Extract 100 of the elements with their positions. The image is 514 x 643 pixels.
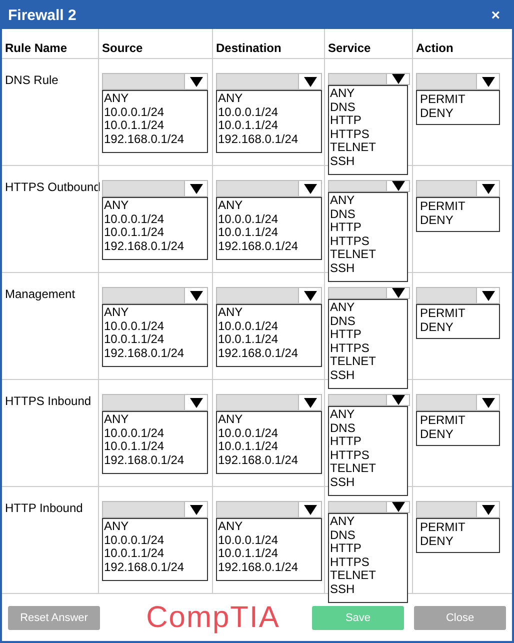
dropdown[interactable]: [416, 287, 500, 304]
dropdown[interactable]: [216, 287, 322, 304]
dropdown[interactable]: [216, 73, 322, 90]
list-option[interactable]: 10.0.1.1/24: [218, 547, 278, 560]
list-option[interactable]: 192.168.0.1/24: [218, 560, 298, 574]
list-option[interactable]: 10.0.0.1/24: [218, 426, 278, 440]
list-option[interactable]: 192.168.0.1/24: [218, 240, 298, 253]
list-option[interactable]: 10.0.1.1/24: [104, 119, 164, 132]
list-option[interactable]: 10.0.1.1/24: [104, 226, 164, 240]
list-option[interactable]: ANY: [104, 306, 129, 320]
list-option[interactable]: HTTPS: [330, 448, 370, 462]
list-option[interactable]: HTTPS: [330, 234, 370, 248]
list-option[interactable]: DENY: [420, 106, 454, 120]
list-option[interactable]: 192.168.0.1/24: [104, 454, 184, 467]
list-option[interactable]: 10.0.1.1/24: [104, 547, 164, 560]
list-option[interactable]: HTTPS: [330, 128, 370, 141]
list-option[interactable]: 192.168.0.1/24: [104, 346, 184, 360]
list-box[interactable]: ANY 10.0.0.1/24 10.0.1.1/24 192.168.0.1/24: [102, 197, 208, 260]
list-option[interactable]: ANY: [330, 301, 355, 314]
dropdown[interactable]: [216, 501, 322, 518]
list-option[interactable]: ANY: [218, 92, 243, 106]
list-option[interactable]: 192.168.0.1/24: [104, 240, 184, 253]
list-option[interactable]: DENY: [420, 534, 454, 548]
list-option[interactable]: ANY: [330, 194, 355, 208]
dropdown[interactable]: [328, 287, 410, 299]
list-option[interactable]: ANY: [218, 520, 243, 534]
dropdown[interactable]: [102, 394, 208, 411]
dropdown[interactable]: [416, 73, 500, 90]
list-option[interactable]: SSH: [330, 476, 355, 489]
list-box[interactable]: ANY DNS HTTP HTTPS TELNET SSH: [328, 513, 408, 603]
list-option[interactable]: HTTP: [330, 114, 362, 128]
dropdown[interactable]: [102, 501, 208, 518]
list-option[interactable]: DNS: [330, 422, 356, 435]
list-box[interactable]: ANY DNS HTTP HTTPS TELNET SSH: [328, 299, 408, 389]
list-option[interactable]: ANY: [330, 515, 355, 528]
dropdown[interactable]: [216, 180, 322, 197]
list-option[interactable]: 10.0.0.1/24: [104, 320, 164, 333]
list-option[interactable]: TELNET: [330, 141, 376, 154]
list-option[interactable]: PERMIT: [420, 307, 466, 320]
list-option[interactable]: 10.0.0.1/24: [218, 106, 278, 119]
list-option[interactable]: 10.0.1.1/24: [104, 440, 164, 454]
list-box[interactable]: PERMIT DENY: [416, 90, 500, 125]
list-option[interactable]: 10.0.0.1/24: [104, 106, 164, 119]
list-option[interactable]: DNS: [330, 314, 356, 328]
list-box[interactable]: ANY DNS HTTP HTTPS TELNET SSH: [328, 406, 408, 496]
list-option[interactable]: DNS: [330, 208, 356, 221]
list-option[interactable]: HTTP: [330, 328, 362, 342]
list-option[interactable]: ANY: [330, 87, 355, 100]
list-option[interactable]: 10.0.0.1/24: [218, 534, 278, 547]
list-option[interactable]: TELNET: [330, 355, 376, 368]
list-option[interactable]: 192.168.0.1/24: [218, 454, 298, 467]
list-box[interactable]: ANY DNS HTTP HTTPS TELNET SSH: [328, 192, 408, 282]
list-option[interactable]: DNS: [330, 528, 356, 542]
list-option[interactable]: ANY: [104, 92, 129, 106]
list-option[interactable]: ANY: [104, 413, 129, 426]
list-option[interactable]: ANY: [104, 199, 129, 212]
list-option[interactable]: HTTPS: [330, 556, 370, 569]
list-option[interactable]: 10.0.1.1/24: [218, 119, 278, 132]
list-option[interactable]: 10.0.1.1/24: [218, 333, 278, 346]
list-option[interactable]: HTTP: [330, 435, 362, 448]
list-option[interactable]: PERMIT: [420, 521, 466, 534]
list-option[interactable]: 192.168.0.1/24: [104, 132, 184, 146]
list-box[interactable]: ANY 10.0.0.1/24 10.0.1.1/24 192.168.0.1/24: [102, 518, 208, 581]
list-box[interactable]: ANY 10.0.0.1/24 10.0.1.1/24 192.168.0.1/24: [102, 304, 208, 367]
list-option[interactable]: ANY: [218, 413, 243, 426]
list-option[interactable]: ANY: [104, 520, 129, 534]
list-box[interactable]: ANY 10.0.0.1/24 10.0.1.1/24 192.168.0.1/24: [102, 90, 208, 153]
list-option[interactable]: DENY: [420, 428, 454, 441]
dropdown[interactable]: [102, 73, 208, 90]
list-option[interactable]: PERMIT: [420, 93, 466, 106]
list-box[interactable]: PERMIT DENY: [416, 197, 500, 232]
dropdown[interactable]: [102, 180, 208, 197]
list-option[interactable]: ANY: [218, 306, 243, 320]
list-option[interactable]: HTTP: [330, 221, 362, 234]
dropdown[interactable]: [328, 501, 410, 513]
list-box[interactable]: PERMIT DENY: [416, 304, 500, 339]
list-option[interactable]: PERMIT: [420, 414, 466, 428]
dropdown[interactable]: [416, 180, 500, 197]
dropdown[interactable]: [328, 394, 410, 406]
list-option[interactable]: 192.168.0.1/24: [218, 346, 298, 360]
list-option[interactable]: TELNET: [330, 462, 376, 476]
list-option[interactable]: 10.0.0.1/24: [218, 212, 278, 226]
dropdown[interactable]: [328, 180, 410, 192]
list-option[interactable]: 10.0.1.1/24: [104, 333, 164, 346]
list-box[interactable]: ANY 10.0.0.1/24 10.0.1.1/24 192.168.0.1/24: [216, 304, 322, 367]
list-option[interactable]: ANY: [218, 199, 243, 212]
list-box[interactable]: PERMIT DENY: [416, 518, 500, 553]
list-option[interactable]: DENY: [420, 214, 454, 227]
list-option[interactable]: SSH: [330, 154, 355, 168]
list-option[interactable]: HTTP: [330, 542, 362, 556]
list-option[interactable]: 10.0.0.1/24: [104, 426, 164, 440]
list-option[interactable]: 10.0.1.1/24: [218, 226, 278, 240]
dropdown[interactable]: [328, 73, 410, 85]
list-option[interactable]: DNS: [330, 100, 356, 114]
list-option[interactable]: ANY: [330, 408, 355, 422]
list-option[interactable]: SSH: [330, 262, 355, 275]
list-option[interactable]: 10.0.0.1/24: [104, 534, 164, 547]
list-option[interactable]: 192.168.0.1/24: [218, 132, 298, 146]
list-box[interactable]: ANY 10.0.0.1/24 10.0.1.1/24 192.168.0.1/24: [216, 90, 322, 153]
list-option[interactable]: 192.168.0.1/24: [104, 560, 184, 574]
